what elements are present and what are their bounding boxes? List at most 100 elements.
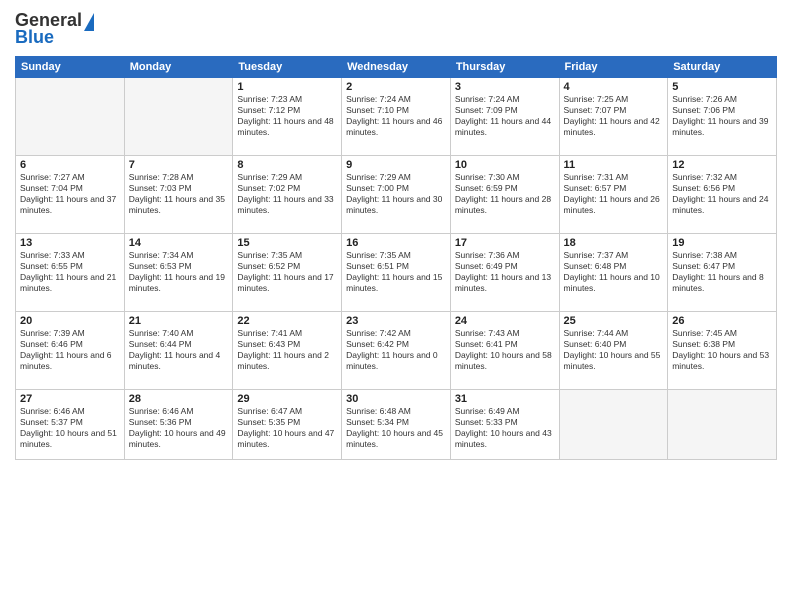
- sunset-text: Sunset: 5:34 PM: [346, 417, 409, 427]
- sunset-text: Sunset: 6:42 PM: [346, 339, 409, 349]
- sunset-text: Sunset: 6:56 PM: [672, 183, 735, 193]
- calendar-cell: 25Sunrise: 7:44 AMSunset: 6:40 PMDayligh…: [559, 312, 668, 390]
- day-number: 25: [564, 315, 664, 327]
- daylight-text: Daylight: 11 hours and 26 minutes.: [564, 194, 660, 215]
- sunrise-text: Sunrise: 7:32 AM: [672, 172, 737, 182]
- day-number: 16: [346, 237, 446, 249]
- header-monday: Monday: [124, 57, 233, 78]
- sunrise-text: Sunrise: 7:34 AM: [129, 250, 194, 260]
- cell-details: Sunrise: 7:45 AMSunset: 6:38 PMDaylight:…: [672, 328, 772, 372]
- cell-details: Sunrise: 7:27 AMSunset: 7:04 PMDaylight:…: [20, 172, 120, 216]
- cell-details: Sunrise: 6:46 AMSunset: 5:36 PMDaylight:…: [129, 406, 229, 450]
- sunrise-text: Sunrise: 7:25 AM: [564, 94, 629, 104]
- logo: General Blue: [15, 10, 94, 48]
- sunset-text: Sunset: 5:35 PM: [237, 417, 300, 427]
- day-number: 23: [346, 315, 446, 327]
- sunset-text: Sunset: 7:00 PM: [346, 183, 409, 193]
- calendar-cell: [16, 78, 125, 156]
- calendar-cell: 6Sunrise: 7:27 AMSunset: 7:04 PMDaylight…: [16, 156, 125, 234]
- calendar-cell: 31Sunrise: 6:49 AMSunset: 5:33 PMDayligh…: [450, 390, 559, 460]
- daylight-text: Daylight: 10 hours and 51 minutes.: [20, 428, 117, 449]
- day-number: 4: [564, 81, 664, 93]
- calendar-cell: 2Sunrise: 7:24 AMSunset: 7:10 PMDaylight…: [342, 78, 451, 156]
- cell-details: Sunrise: 7:24 AMSunset: 7:09 PMDaylight:…: [455, 94, 555, 138]
- daylight-text: Daylight: 11 hours and 24 minutes.: [672, 194, 768, 215]
- day-number: 21: [129, 315, 229, 327]
- daylight-text: Daylight: 11 hours and 37 minutes.: [20, 194, 116, 215]
- cell-details: Sunrise: 7:24 AMSunset: 7:10 PMDaylight:…: [346, 94, 446, 138]
- cell-details: Sunrise: 7:36 AMSunset: 6:49 PMDaylight:…: [455, 250, 555, 294]
- sunset-text: Sunset: 6:40 PM: [564, 339, 627, 349]
- header-thursday: Thursday: [450, 57, 559, 78]
- cell-details: Sunrise: 7:25 AMSunset: 7:07 PMDaylight:…: [564, 94, 664, 138]
- calendar-cell: 10Sunrise: 7:30 AMSunset: 6:59 PMDayligh…: [450, 156, 559, 234]
- cell-details: Sunrise: 7:42 AMSunset: 6:42 PMDaylight:…: [346, 328, 446, 372]
- header-friday: Friday: [559, 57, 668, 78]
- calendar-cell: 29Sunrise: 6:47 AMSunset: 5:35 PMDayligh…: [233, 390, 342, 460]
- sunset-text: Sunset: 6:51 PM: [346, 261, 409, 271]
- calendar-cell: 20Sunrise: 7:39 AMSunset: 6:46 PMDayligh…: [16, 312, 125, 390]
- calendar-cell: 16Sunrise: 7:35 AMSunset: 6:51 PMDayligh…: [342, 234, 451, 312]
- sunset-text: Sunset: 6:41 PM: [455, 339, 518, 349]
- daylight-text: Daylight: 11 hours and 19 minutes.: [129, 272, 225, 293]
- sunrise-text: Sunrise: 6:48 AM: [346, 406, 411, 416]
- cell-details: Sunrise: 7:44 AMSunset: 6:40 PMDaylight:…: [564, 328, 664, 372]
- day-number: 9: [346, 159, 446, 171]
- day-number: 5: [672, 81, 772, 93]
- sunset-text: Sunset: 7:07 PM: [564, 105, 627, 115]
- sunset-text: Sunset: 6:46 PM: [20, 339, 83, 349]
- cell-details: Sunrise: 7:35 AMSunset: 6:52 PMDaylight:…: [237, 250, 337, 294]
- daylight-text: Daylight: 11 hours and 2 minutes.: [237, 350, 329, 371]
- sunrise-text: Sunrise: 7:41 AM: [237, 328, 302, 338]
- day-number: 6: [20, 159, 120, 171]
- calendar-week-row: 13Sunrise: 7:33 AMSunset: 6:55 PMDayligh…: [16, 234, 777, 312]
- calendar-cell: 30Sunrise: 6:48 AMSunset: 5:34 PMDayligh…: [342, 390, 451, 460]
- calendar-cell: 19Sunrise: 7:38 AMSunset: 6:47 PMDayligh…: [668, 234, 777, 312]
- daylight-text: Daylight: 11 hours and 17 minutes.: [237, 272, 333, 293]
- calendar-cell: [124, 78, 233, 156]
- sunrise-text: Sunrise: 7:36 AM: [455, 250, 520, 260]
- day-number: 3: [455, 81, 555, 93]
- cell-details: Sunrise: 7:41 AMSunset: 6:43 PMDaylight:…: [237, 328, 337, 372]
- sunrise-text: Sunrise: 6:46 AM: [20, 406, 85, 416]
- daylight-text: Daylight: 11 hours and 4 minutes.: [129, 350, 221, 371]
- day-number: 8: [237, 159, 337, 171]
- calendar-week-row: 20Sunrise: 7:39 AMSunset: 6:46 PM Dayligh…: [16, 312, 777, 390]
- day-number: 19: [672, 237, 772, 249]
- sunrise-text: Sunrise: 7:27 AM: [20, 172, 85, 182]
- cell-details: Sunrise: 7:43 AMSunset: 6:41 PMDaylight:…: [455, 328, 555, 372]
- logo-triangle: [84, 13, 94, 31]
- day-number: 14: [129, 237, 229, 249]
- daylight-text: Daylight: 10 hours and 49 minutes.: [129, 428, 226, 449]
- sunrise-text: Sunrise: 6:46 AM: [129, 406, 194, 416]
- day-number: 1: [237, 81, 337, 93]
- sunset-text: Sunset: 5:33 PM: [455, 417, 518, 427]
- calendar-cell: 8Sunrise: 7:29 AMSunset: 7:02 PMDaylight…: [233, 156, 342, 234]
- calendar-cell: 18Sunrise: 7:37 AMSunset: 6:48 PMDayligh…: [559, 234, 668, 312]
- weekday-header-row: Sunday Monday Tuesday Wednesday Thursday…: [16, 57, 777, 78]
- sunrise-text: Sunrise: 7:35 AM: [237, 250, 302, 260]
- cell-details: Sunrise: 7:35 AMSunset: 6:51 PMDaylight:…: [346, 250, 446, 294]
- calendar-cell: 14Sunrise: 7:34 AMSunset: 6:53 PMDayligh…: [124, 234, 233, 312]
- day-number: 10: [455, 159, 555, 171]
- calendar-week-row: 1Sunrise: 7:23 AMSunset: 7:12 PMDaylight…: [16, 78, 777, 156]
- sunset-text: Sunset: 6:59 PM: [455, 183, 518, 193]
- calendar-cell: 13Sunrise: 7:33 AMSunset: 6:55 PMDayligh…: [16, 234, 125, 312]
- calendar-cell: 5Sunrise: 7:26 AMSunset: 7:06 PMDaylight…: [668, 78, 777, 156]
- calendar-cell: 12Sunrise: 7:32 AMSunset: 6:56 PMDayligh…: [668, 156, 777, 234]
- sunset-text: Sunset: 7:04 PM: [20, 183, 83, 193]
- cell-details: Sunrise: 7:32 AMSunset: 6:56 PMDaylight:…: [672, 172, 772, 216]
- calendar-cell: 28Sunrise: 6:46 AMSunset: 5:36 PMDayligh…: [124, 390, 233, 460]
- sunrise-text: Sunrise: 7:24 AM: [346, 94, 411, 104]
- day-number: 20: [20, 315, 120, 327]
- sunrise-text: Sunrise: 7:29 AM: [346, 172, 411, 182]
- calendar-week-row: 27Sunrise: 6:46 AMSunset: 5:37 PMDayligh…: [16, 390, 777, 460]
- daylight-text: Daylight: 11 hours and 8 minutes.: [672, 272, 764, 293]
- sunrise-text: Sunrise: 7:39 AM: [20, 328, 85, 338]
- calendar-cell: 22Sunrise: 7:41 AMSunset: 6:43 PMDayligh…: [233, 312, 342, 390]
- day-number: 12: [672, 159, 772, 171]
- sunrise-text: Sunrise: 6:49 AM: [455, 406, 520, 416]
- calendar-cell: 17Sunrise: 7:36 AMSunset: 6:49 PMDayligh…: [450, 234, 559, 312]
- sunset-text: Sunset: 6:43 PM: [237, 339, 300, 349]
- calendar-cell: 7Sunrise: 7:28 AMSunset: 7:03 PMDaylight…: [124, 156, 233, 234]
